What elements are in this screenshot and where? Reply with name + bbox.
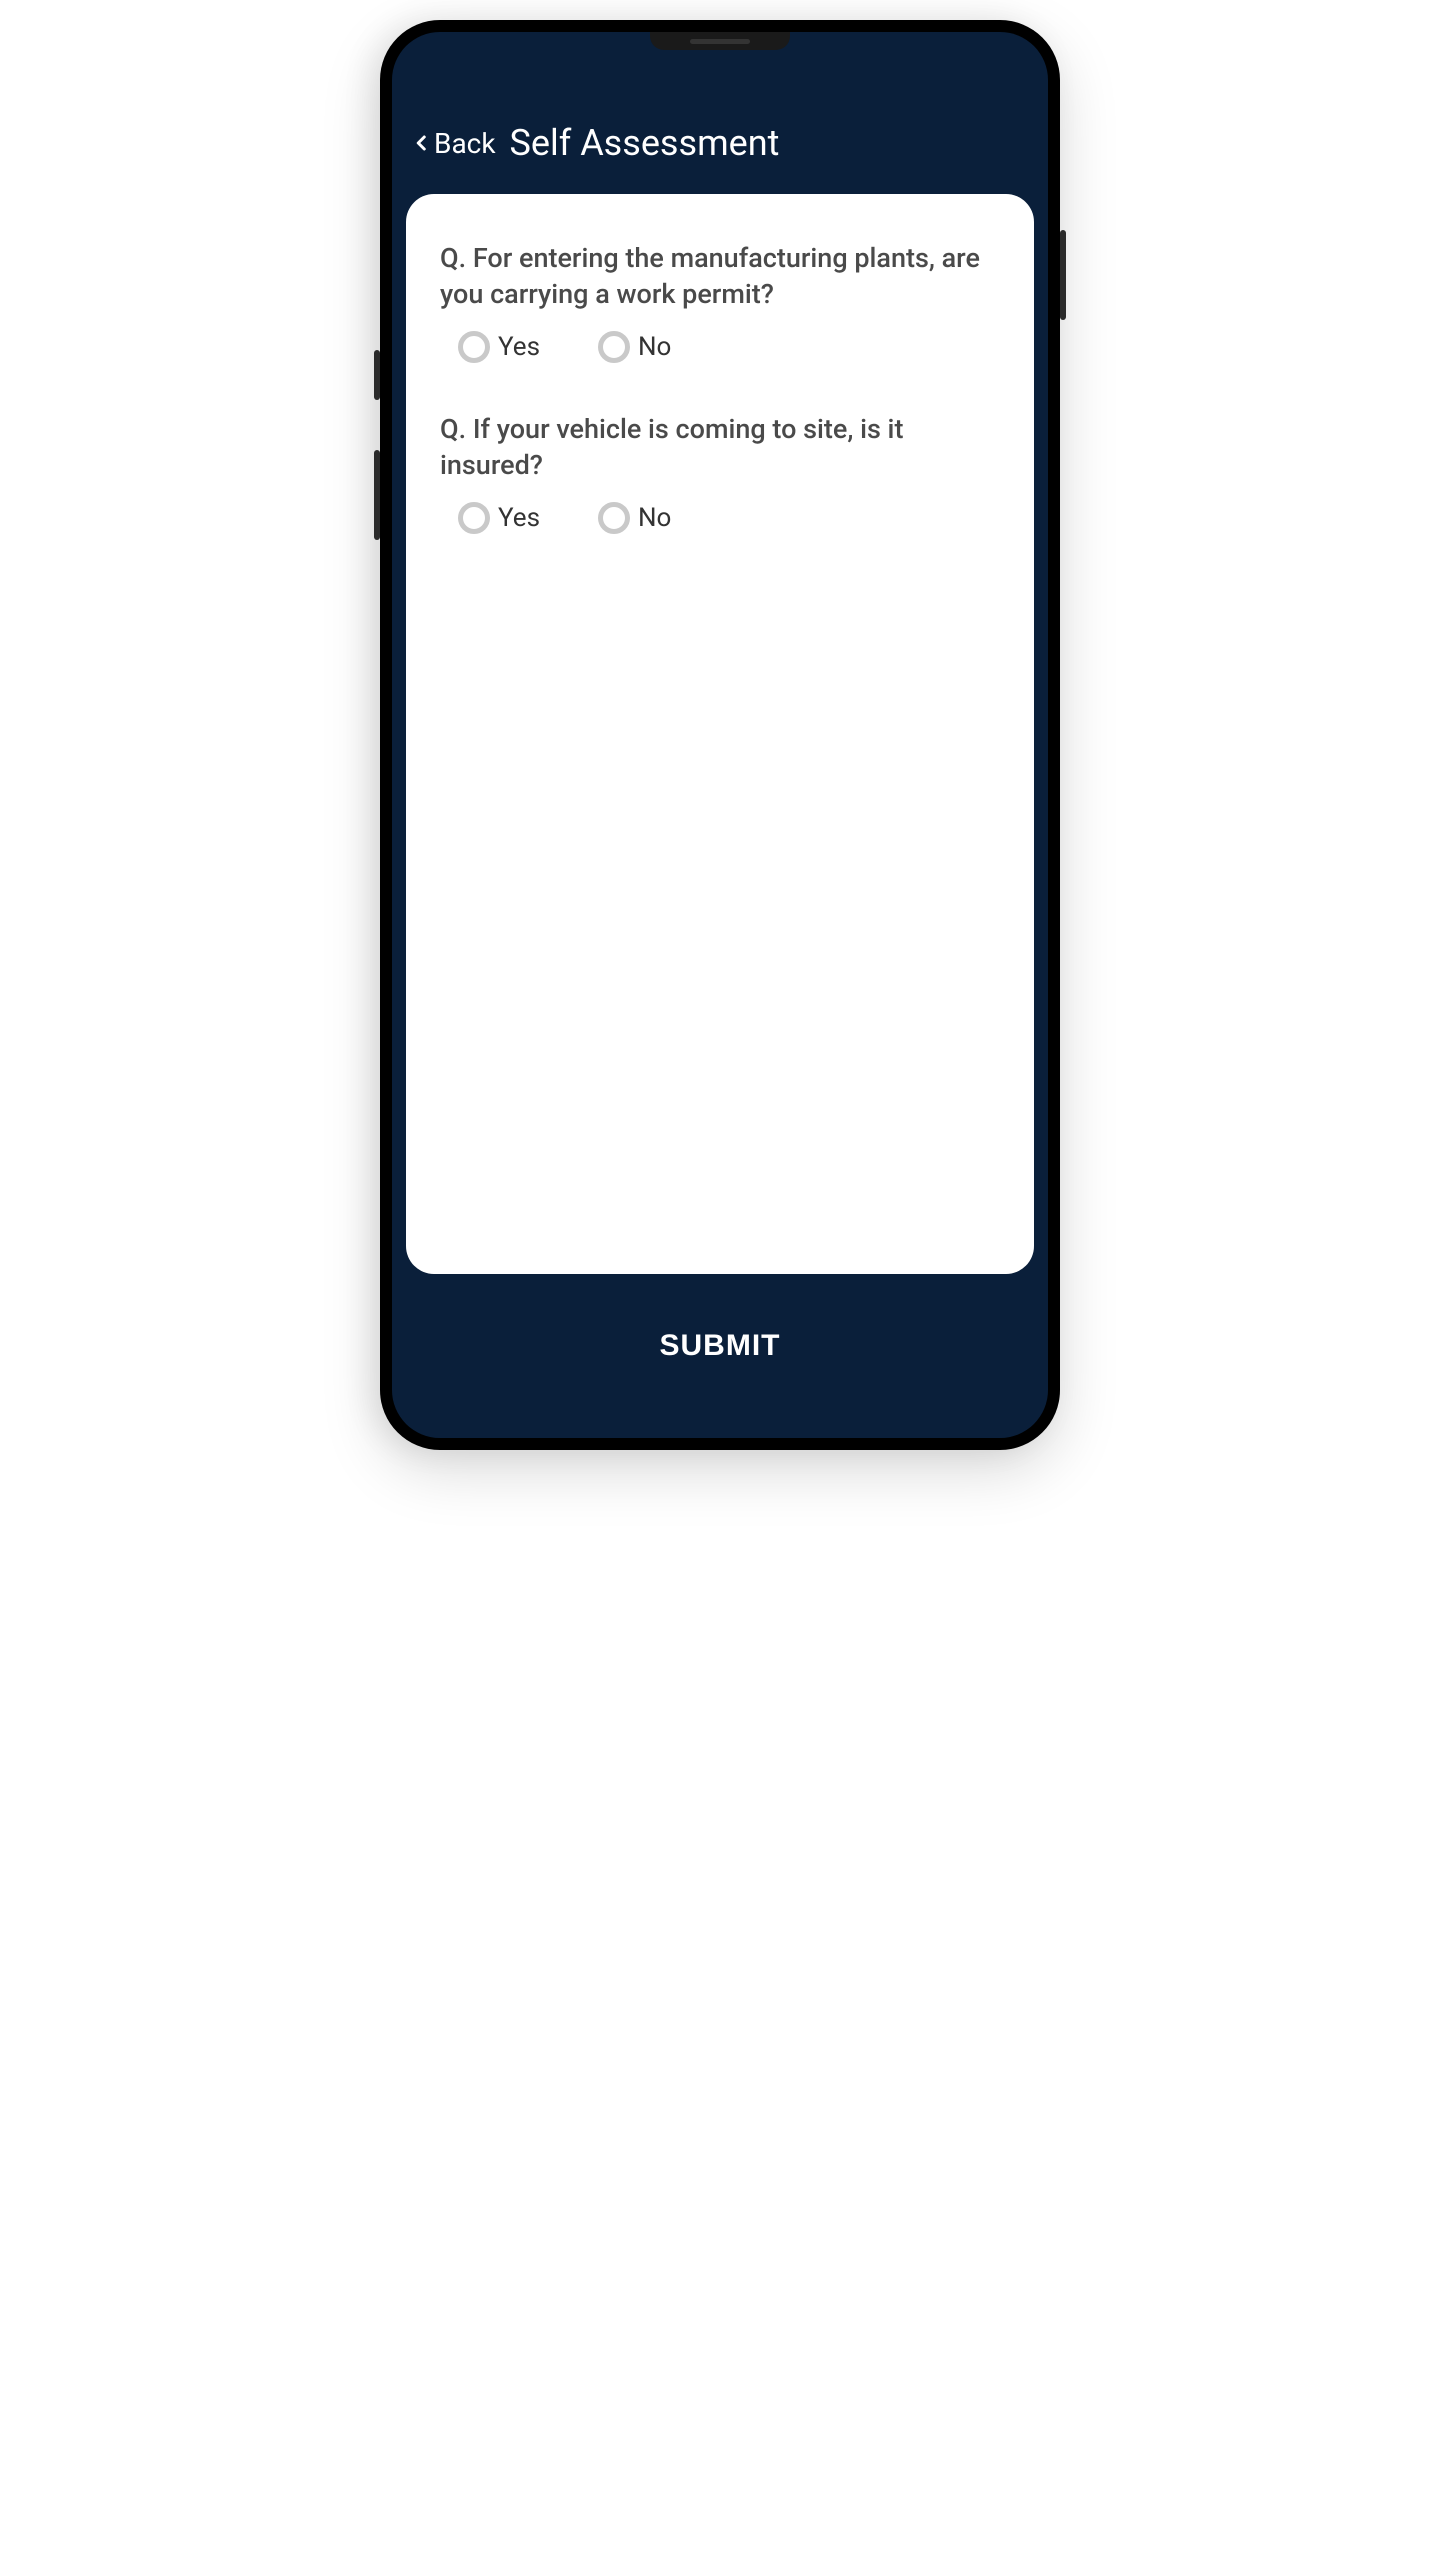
page-title: Self Assessment: [510, 122, 780, 164]
radio-icon: [598, 331, 630, 363]
radio-label: Yes: [498, 503, 540, 533]
question-block: Q. For entering the manufacturing plants…: [440, 240, 1000, 363]
radio-label: No: [638, 503, 671, 533]
radio-yes[interactable]: Yes: [458, 502, 540, 534]
phone-frame: Back Self Assessment Q. For entering the…: [380, 20, 1060, 1450]
assessment-card: Q. For entering the manufacturing plants…: [406, 194, 1034, 1274]
radio-no[interactable]: No: [598, 331, 671, 363]
app-header: Back Self Assessment: [392, 32, 1048, 194]
back-label: Back: [434, 127, 496, 160]
options-row: Yes No: [440, 331, 1000, 363]
radio-label: No: [638, 332, 671, 362]
chevron-left-icon: [412, 128, 432, 158]
submit-button[interactable]: SUBMIT: [660, 1329, 781, 1363]
radio-icon: [598, 502, 630, 534]
options-row: Yes No: [440, 502, 1000, 534]
back-button[interactable]: Back: [412, 127, 496, 160]
phone-notch: [650, 32, 790, 50]
footer: SUBMIT: [392, 1274, 1048, 1438]
radio-label: Yes: [498, 332, 540, 362]
question-block: Q. If your vehicle is coming to site, is…: [440, 411, 1000, 534]
question-text: Q. For entering the manufacturing plants…: [440, 240, 1000, 313]
question-text: Q. If your vehicle is coming to site, is…: [440, 411, 1000, 484]
radio-yes[interactable]: Yes: [458, 331, 540, 363]
radio-no[interactable]: No: [598, 502, 671, 534]
radio-icon: [458, 502, 490, 534]
phone-side-button: [374, 450, 380, 540]
screen: Back Self Assessment Q. For entering the…: [392, 32, 1048, 1438]
phone-side-button: [1060, 230, 1066, 320]
radio-icon: [458, 331, 490, 363]
phone-side-button: [374, 350, 380, 400]
